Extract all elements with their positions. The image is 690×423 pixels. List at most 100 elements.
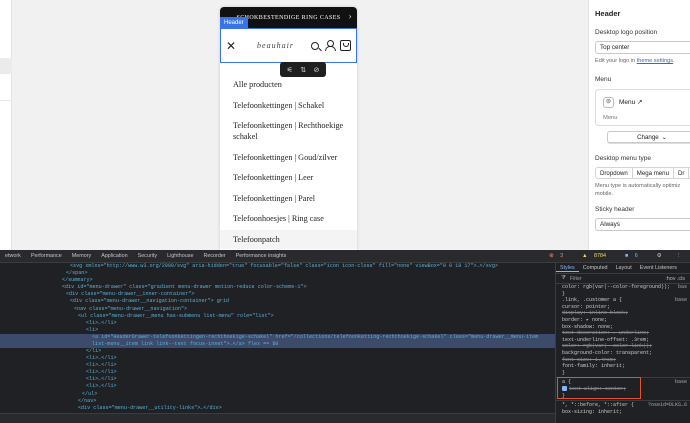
hov-cls-toggles[interactable]: :hov .cls [665, 276, 685, 282]
dom-node-line[interactable]: <li>…</li> [0, 383, 555, 390]
css-rule-line[interactable]: color: rgb(var(--color-link)); [556, 343, 690, 350]
dom-node-line[interactable]: <div class="menu-drawer__utility-links">… [0, 405, 555, 412]
more-vertical-icon[interactable]: ⋮ [671, 253, 686, 259]
dom-node-line[interactable]: <nav class="menu-drawer__navigation"> [0, 306, 555, 313]
css-rule-line[interactable]: color: rgb(var(--color-foreground)); bas [556, 284, 690, 291]
dom-node-text: <ul class="menu-drawer__menu has-submenu… [78, 312, 274, 319]
warning-count[interactable]: ▲ 8784 [577, 253, 616, 259]
dom-node-text: <li>…</li> [86, 376, 117, 383]
dom-node-line[interactable]: </span> [0, 270, 555, 277]
menu-drawer-item[interactable]: Telefoonkettingen | Schakel [220, 100, 357, 111]
menu-drawer-item[interactable]: Telefoonkettingen | Parel [220, 193, 357, 204]
devtools-tab[interactable]: etwork [0, 253, 26, 259]
search-icon[interactable] [311, 41, 319, 50]
devtools-tab[interactable]: Application [96, 253, 132, 259]
hide-eye-icon[interactable]: ⊘ [313, 66, 319, 74]
info-count[interactable]: ■ 6 [620, 253, 648, 259]
menu-name[interactable]: Menu ↗ [619, 98, 643, 106]
dom-node-line[interactable]: </nav> [0, 398, 555, 405]
devtools-tab[interactable]: Performance insights [231, 253, 292, 259]
css-rule-line[interactable]: font-family: inherit; [556, 363, 690, 370]
close-icon[interactable]: ✕ [226, 39, 240, 53]
styles-tab[interactable]: Styles [556, 265, 579, 272]
dom-node-line[interactable]: <li>…</li> [0, 320, 555, 327]
menu-drawer-item[interactable]: Telefoonkettingen | Goud/zilver [220, 152, 357, 163]
css-rule-source[interactable]: base [675, 297, 690, 304]
rule-star-selector[interactable]: *, *::before, *::after {?oseid=DLKS…6 [556, 402, 690, 409]
css-rule-line[interactable]: .link, .customer a {base [556, 297, 690, 304]
dom-node-line[interactable]: <li>…</li> [0, 355, 555, 362]
styles-filter[interactable]: ⧩ Filter :hov .cls [556, 274, 690, 284]
css-rule-source[interactable]: bas [678, 284, 690, 291]
css-rule-line[interactable]: text-underline-offset: .3rem; [556, 337, 690, 344]
logo-position-select[interactable]: Top center [595, 41, 690, 54]
selected-dom-node[interactable]: <a id="HeaderDrawer-telefoonkettingen-re… [0, 333, 555, 348]
dom-node-line[interactable]: <li>…</li> [0, 369, 555, 376]
store-header[interactable]: ✕ beauhair [220, 28, 357, 63]
css-rule-line[interactable]: background-color: transparent; [556, 350, 690, 357]
dom-node-line[interactable]: <ul class="menu-drawer__menu has-submenu… [0, 313, 555, 320]
devtools-badges: ⊗ 3 ▲ 8784 ■ 6 ⚙ ⋮ [544, 253, 690, 259]
devtools-tab[interactable]: Security [133, 253, 162, 259]
logo-help-prefix: Edit your logo in [595, 58, 636, 64]
menu-type-option[interactable]: Dr [674, 168, 690, 178]
css-rule-line[interactable]: box-shadow: none; [556, 324, 690, 331]
menu-type-option[interactable]: Mega menu [633, 168, 674, 178]
settings-sliders-icon[interactable]: ⚟ [287, 66, 293, 74]
devtools-tab-bar: etwork Performance Memory Application Securi… [0, 250, 690, 263]
error-count[interactable]: ⊗ 3 [544, 253, 573, 259]
filter-input[interactable]: Filter [570, 276, 582, 282]
gear-icon[interactable]: ⚙ [652, 253, 667, 259]
css-rule-line[interactable]: text-decoration: ▸ underline; [556, 330, 690, 337]
styles-tab[interactable]: Layout [612, 265, 636, 271]
devtools-tab[interactable]: Performance [26, 253, 67, 259]
css-rule-line[interactable]: border: ▸ none; [556, 317, 690, 324]
store-logo[interactable]: beauhair [245, 41, 306, 50]
menu-drawer-item[interactable]: Telefoonhoesjes | Ring case [220, 213, 357, 224]
css-rule-text: border: ▸ none; [562, 316, 608, 323]
dom-node-line[interactable]: </li> [0, 348, 555, 355]
menu-drawer-item[interactable]: Alle producten [220, 79, 357, 90]
dom-node-line[interactable]: <li>…</li> [0, 376, 555, 383]
dom-node-line[interactable]: </summary> [0, 277, 555, 284]
styles-tab[interactable]: Event Listeners [636, 265, 681, 271]
theme-settings-link[interactable]: theme settings [637, 58, 673, 64]
css-rule-line[interactable]: } [556, 291, 690, 298]
dom-node-line[interactable]: <li>…</li> [0, 362, 555, 369]
section-tag-header[interactable]: Header [220, 17, 248, 28]
dom-node-line[interactable]: <div id="menu-drawer" class="gradient me… [0, 284, 555, 291]
dom-node-line[interactable]: <div class="menu-drawer__navigation-cont… [0, 298, 555, 305]
dom-node-text: <li>…</li> [86, 369, 117, 376]
sticky-header-select[interactable]: Always [595, 218, 690, 231]
cart-icon[interactable] [340, 40, 351, 51]
left-sidebar-selected-item[interactable] [0, 58, 12, 74]
css-rule-line[interactable]: display: inline-block; [556, 310, 690, 317]
rule-star-property[interactable]: box-sizing: inherit; [556, 409, 690, 416]
css-rule-line[interactable]: } [556, 370, 690, 377]
account-icon[interactable] [324, 40, 336, 51]
menu-drawer-item[interactable]: Telefoonkettingen | Rechthoekige schakel [220, 120, 357, 142]
css-rule-line[interactable]: font-size: 1.4rem; [556, 357, 690, 364]
rule-star-source[interactable]: ?oseid=DLKS…6 [648, 402, 690, 409]
css-rule-line[interactable]: cursor: pointer; [556, 304, 690, 311]
sticky-header-label: Sticky header [595, 206, 635, 213]
menu-drawer-item[interactable]: Telefoonpatch [220, 229, 357, 249]
change-menu-button[interactable]: Change ⌄ [607, 131, 690, 143]
dom-node-text: <div class="menu-drawer__navigation-cont… [70, 298, 229, 305]
dom-node-line[interactable]: <li> [0, 327, 555, 334]
logo-position-label: Desktop logo position [595, 29, 658, 36]
move-icon[interactable]: ⇅ [300, 66, 306, 74]
menu-type-option[interactable]: Dropdown [596, 168, 633, 178]
dom-node-line[interactable]: <svg xmlns="http://www.w3.org/2000/svg" … [0, 263, 555, 270]
chevron-right-icon[interactable]: › [349, 11, 352, 21]
external-link-icon[interactable]: ↗ [637, 99, 642, 106]
dom-node-line[interactable]: </ul> [0, 391, 555, 398]
devtools-tab[interactable]: Memory [67, 253, 96, 259]
dom-node-line[interactable]: <div class="menu-drawer__inner-container… [0, 291, 555, 298]
devtools-tab[interactable]: Recorder [198, 253, 230, 259]
styles-tab[interactable]: Computed [579, 265, 612, 271]
rule-a-source[interactable]: base [675, 379, 690, 386]
menu-drawer-item[interactable]: Telefoonkettingen | Leer [220, 172, 357, 183]
devtools-tab[interactable]: Lighthouse [162, 253, 198, 259]
left-sidebar-divider [0, 100, 12, 101]
